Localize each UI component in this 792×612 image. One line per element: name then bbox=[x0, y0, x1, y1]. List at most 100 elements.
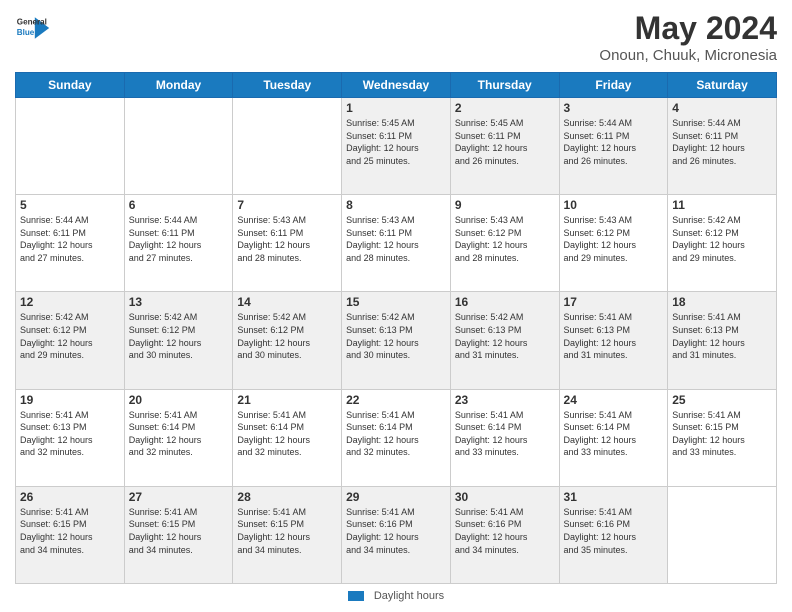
day-number: 8 bbox=[346, 198, 446, 212]
calendar-table: SundayMondayTuesdayWednesdayThursdayFrid… bbox=[15, 72, 777, 584]
day-number: 9 bbox=[455, 198, 555, 212]
calendar-cell: 21 Sunrise: 5:41 AM Sunset: 6:14 PM Dayli… bbox=[233, 389, 342, 486]
calendar-cell bbox=[668, 486, 777, 583]
weekday-header-saturday: Saturday bbox=[668, 73, 777, 98]
day-number: 21 bbox=[237, 393, 337, 407]
day-info: Sunrise: 5:41 AM Sunset: 6:16 PM Dayligh… bbox=[455, 506, 555, 556]
calendar-cell: 4 Sunrise: 5:44 AM Sunset: 6:11 PM Daylig… bbox=[668, 98, 777, 195]
day-info: Sunrise: 5:41 AM Sunset: 6:16 PM Dayligh… bbox=[564, 506, 664, 556]
day-info: Sunrise: 5:42 AM Sunset: 6:12 PM Dayligh… bbox=[672, 214, 772, 264]
day-number: 3 bbox=[564, 101, 664, 115]
weekday-header-wednesday: Wednesday bbox=[342, 73, 451, 98]
calendar-cell: 17Sunrise: 5:41 AM Sunset: 6:13 PM Dayli… bbox=[559, 292, 668, 389]
day-info: Sunrise: 5:43 AM Sunset: 6:12 PM Dayligh… bbox=[564, 214, 664, 264]
day-number: 15 bbox=[346, 295, 446, 309]
day-info: Sunrise: 5:42 AM Sunset: 6:12 PM Dayligh… bbox=[20, 311, 120, 361]
calendar-cell: 2 Sunrise: 5:45 AM Sunset: 6:11 PM Daylig… bbox=[450, 98, 559, 195]
main-title: May 2024 bbox=[599, 10, 777, 47]
day-number: 31 bbox=[564, 490, 664, 504]
calendar-cell: 26Sunrise: 5:41 AM Sunset: 6:15 PM Dayli… bbox=[16, 486, 125, 583]
day-info: Sunrise: 5:45 AM Sunset: 6:11 PM Dayligh… bbox=[346, 117, 446, 167]
day-number: 25 bbox=[672, 393, 772, 407]
day-number: 22 bbox=[346, 393, 446, 407]
page: General Blue May 2024 Onoun, Chuuk, Micr… bbox=[0, 0, 792, 612]
day-info: Sunrise: 5:41 AM Sunset: 6:15 PM Dayligh… bbox=[672, 409, 772, 459]
calendar-cell: 10 Sunrise: 5:43 AM Sunset: 6:12 PM Dayli… bbox=[559, 195, 668, 292]
day-number: 4 bbox=[672, 101, 772, 115]
calendar-cell bbox=[16, 98, 125, 195]
calendar-cell: 22 Sunrise: 5:41 AM Sunset: 6:14 PM Dayli… bbox=[342, 389, 451, 486]
title-block: May 2024 Onoun, Chuuk, Micronesia bbox=[599, 10, 777, 64]
calendar-cell: 9Sunrise: 5:43 AM Sunset: 6:12 PM Daylig… bbox=[450, 195, 559, 292]
calendar-week-row: 19Sunrise: 5:41 AM Sunset: 6:13 PM Dayli… bbox=[16, 389, 777, 486]
logo: General Blue bbox=[15, 10, 51, 46]
day-info: Sunrise: 5:42 AM Sunset: 6:13 PM Dayligh… bbox=[346, 311, 446, 361]
day-info: Sunrise: 5:42 AM Sunset: 6:12 PM Dayligh… bbox=[237, 311, 337, 361]
day-info: Sunrise: 5:41 AM Sunset: 6:13 PM Dayligh… bbox=[564, 311, 664, 361]
day-number: 7 bbox=[237, 198, 337, 212]
calendar-cell: 31 Sunrise: 5:41 AM Sunset: 6:16 PM Dayli… bbox=[559, 486, 668, 583]
header: General Blue May 2024 Onoun, Chuuk, Micr… bbox=[15, 10, 777, 64]
calendar-cell: 14 Sunrise: 5:42 AM Sunset: 6:12 PM Dayli… bbox=[233, 292, 342, 389]
day-number: 13 bbox=[129, 295, 229, 309]
day-info: Sunrise: 5:41 AM Sunset: 6:14 PM Dayligh… bbox=[564, 409, 664, 459]
day-number: 18 bbox=[672, 295, 772, 309]
weekday-header-row: SundayMondayTuesdayWednesdayThursdayFrid… bbox=[16, 73, 777, 98]
day-info: Sunrise: 5:41 AM Sunset: 6:13 PM Dayligh… bbox=[20, 409, 120, 459]
svg-text:General: General bbox=[17, 17, 47, 26]
day-number: 5 bbox=[20, 198, 120, 212]
day-number: 14 bbox=[237, 295, 337, 309]
calendar-cell: 7 Sunrise: 5:43 AM Sunset: 6:11 PM Daylig… bbox=[233, 195, 342, 292]
day-info: Sunrise: 5:44 AM Sunset: 6:11 PM Dayligh… bbox=[20, 214, 120, 264]
day-number: 29 bbox=[346, 490, 446, 504]
day-info: Sunrise: 5:41 AM Sunset: 6:15 PM Dayligh… bbox=[237, 506, 337, 556]
calendar-week-row: 1Sunrise: 5:45 AM Sunset: 6:11 PM Daylig… bbox=[16, 98, 777, 195]
day-number: 10 bbox=[564, 198, 664, 212]
calendar-cell: 11Sunrise: 5:42 AM Sunset: 6:12 PM Dayli… bbox=[668, 195, 777, 292]
day-number: 2 bbox=[455, 101, 555, 115]
calendar-cell: 23Sunrise: 5:41 AM Sunset: 6:14 PM Dayli… bbox=[450, 389, 559, 486]
day-info: Sunrise: 5:43 AM Sunset: 6:11 PM Dayligh… bbox=[346, 214, 446, 264]
calendar-cell: 13Sunrise: 5:42 AM Sunset: 6:12 PM Dayli… bbox=[124, 292, 233, 389]
calendar-cell: 30 Sunrise: 5:41 AM Sunset: 6:16 PM Dayli… bbox=[450, 486, 559, 583]
day-info: Sunrise: 5:41 AM Sunset: 6:14 PM Dayligh… bbox=[129, 409, 229, 459]
calendar-cell bbox=[233, 98, 342, 195]
calendar-cell: 27 Sunrise: 5:41 AM Sunset: 6:15 PM Dayli… bbox=[124, 486, 233, 583]
svg-text:Blue: Blue bbox=[17, 28, 35, 37]
day-number: 6 bbox=[129, 198, 229, 212]
calendar-cell: 3 Sunrise: 5:44 AM Sunset: 6:11 PM Daylig… bbox=[559, 98, 668, 195]
calendar-cell: 18 Sunrise: 5:41 AM Sunset: 6:13 PM Dayli… bbox=[668, 292, 777, 389]
calendar-cell bbox=[124, 98, 233, 195]
calendar-cell: 19Sunrise: 5:41 AM Sunset: 6:13 PM Dayli… bbox=[16, 389, 125, 486]
day-info: Sunrise: 5:41 AM Sunset: 6:14 PM Dayligh… bbox=[346, 409, 446, 459]
calendar-cell: 1Sunrise: 5:45 AM Sunset: 6:11 PM Daylig… bbox=[342, 98, 451, 195]
day-number: 24 bbox=[564, 393, 664, 407]
calendar-cell: 16 Sunrise: 5:42 AM Sunset: 6:13 PM Dayli… bbox=[450, 292, 559, 389]
day-info: Sunrise: 5:44 AM Sunset: 6:11 PM Dayligh… bbox=[129, 214, 229, 264]
day-number: 27 bbox=[129, 490, 229, 504]
calendar-cell: 24 Sunrise: 5:41 AM Sunset: 6:14 PM Dayli… bbox=[559, 389, 668, 486]
day-info: Sunrise: 5:45 AM Sunset: 6:11 PM Dayligh… bbox=[455, 117, 555, 167]
weekday-header-monday: Monday bbox=[124, 73, 233, 98]
day-number: 16 bbox=[455, 295, 555, 309]
calendar-cell: 12 Sunrise: 5:42 AM Sunset: 6:12 PM Dayli… bbox=[16, 292, 125, 389]
day-info: Sunrise: 5:41 AM Sunset: 6:16 PM Dayligh… bbox=[346, 506, 446, 556]
day-number: 23 bbox=[455, 393, 555, 407]
legend-box-icon bbox=[348, 591, 364, 601]
day-info: Sunrise: 5:44 AM Sunset: 6:11 PM Dayligh… bbox=[564, 117, 664, 167]
day-info: Sunrise: 5:43 AM Sunset: 6:11 PM Dayligh… bbox=[237, 214, 337, 264]
calendar-cell: 8 Sunrise: 5:43 AM Sunset: 6:11 PM Daylig… bbox=[342, 195, 451, 292]
day-number: 12 bbox=[20, 295, 120, 309]
day-info: Sunrise: 5:42 AM Sunset: 6:13 PM Dayligh… bbox=[455, 311, 555, 361]
day-number: 30 bbox=[455, 490, 555, 504]
weekday-header-sunday: Sunday bbox=[16, 73, 125, 98]
weekday-header-tuesday: Tuesday bbox=[233, 73, 342, 98]
logo-icon: General Blue bbox=[15, 10, 51, 46]
calendar-cell: 25 Sunrise: 5:41 AM Sunset: 6:15 PM Dayli… bbox=[668, 389, 777, 486]
day-info: Sunrise: 5:41 AM Sunset: 6:13 PM Dayligh… bbox=[672, 311, 772, 361]
day-info: Sunrise: 5:44 AM Sunset: 6:11 PM Dayligh… bbox=[672, 117, 772, 167]
day-info: Sunrise: 5:41 AM Sunset: 6:14 PM Dayligh… bbox=[237, 409, 337, 459]
day-info: Sunrise: 5:41 AM Sunset: 6:15 PM Dayligh… bbox=[129, 506, 229, 556]
calendar-week-row: 26Sunrise: 5:41 AM Sunset: 6:15 PM Dayli… bbox=[16, 486, 777, 583]
calendar-cell: 20Sunrise: 5:41 AM Sunset: 6:14 PM Dayli… bbox=[124, 389, 233, 486]
